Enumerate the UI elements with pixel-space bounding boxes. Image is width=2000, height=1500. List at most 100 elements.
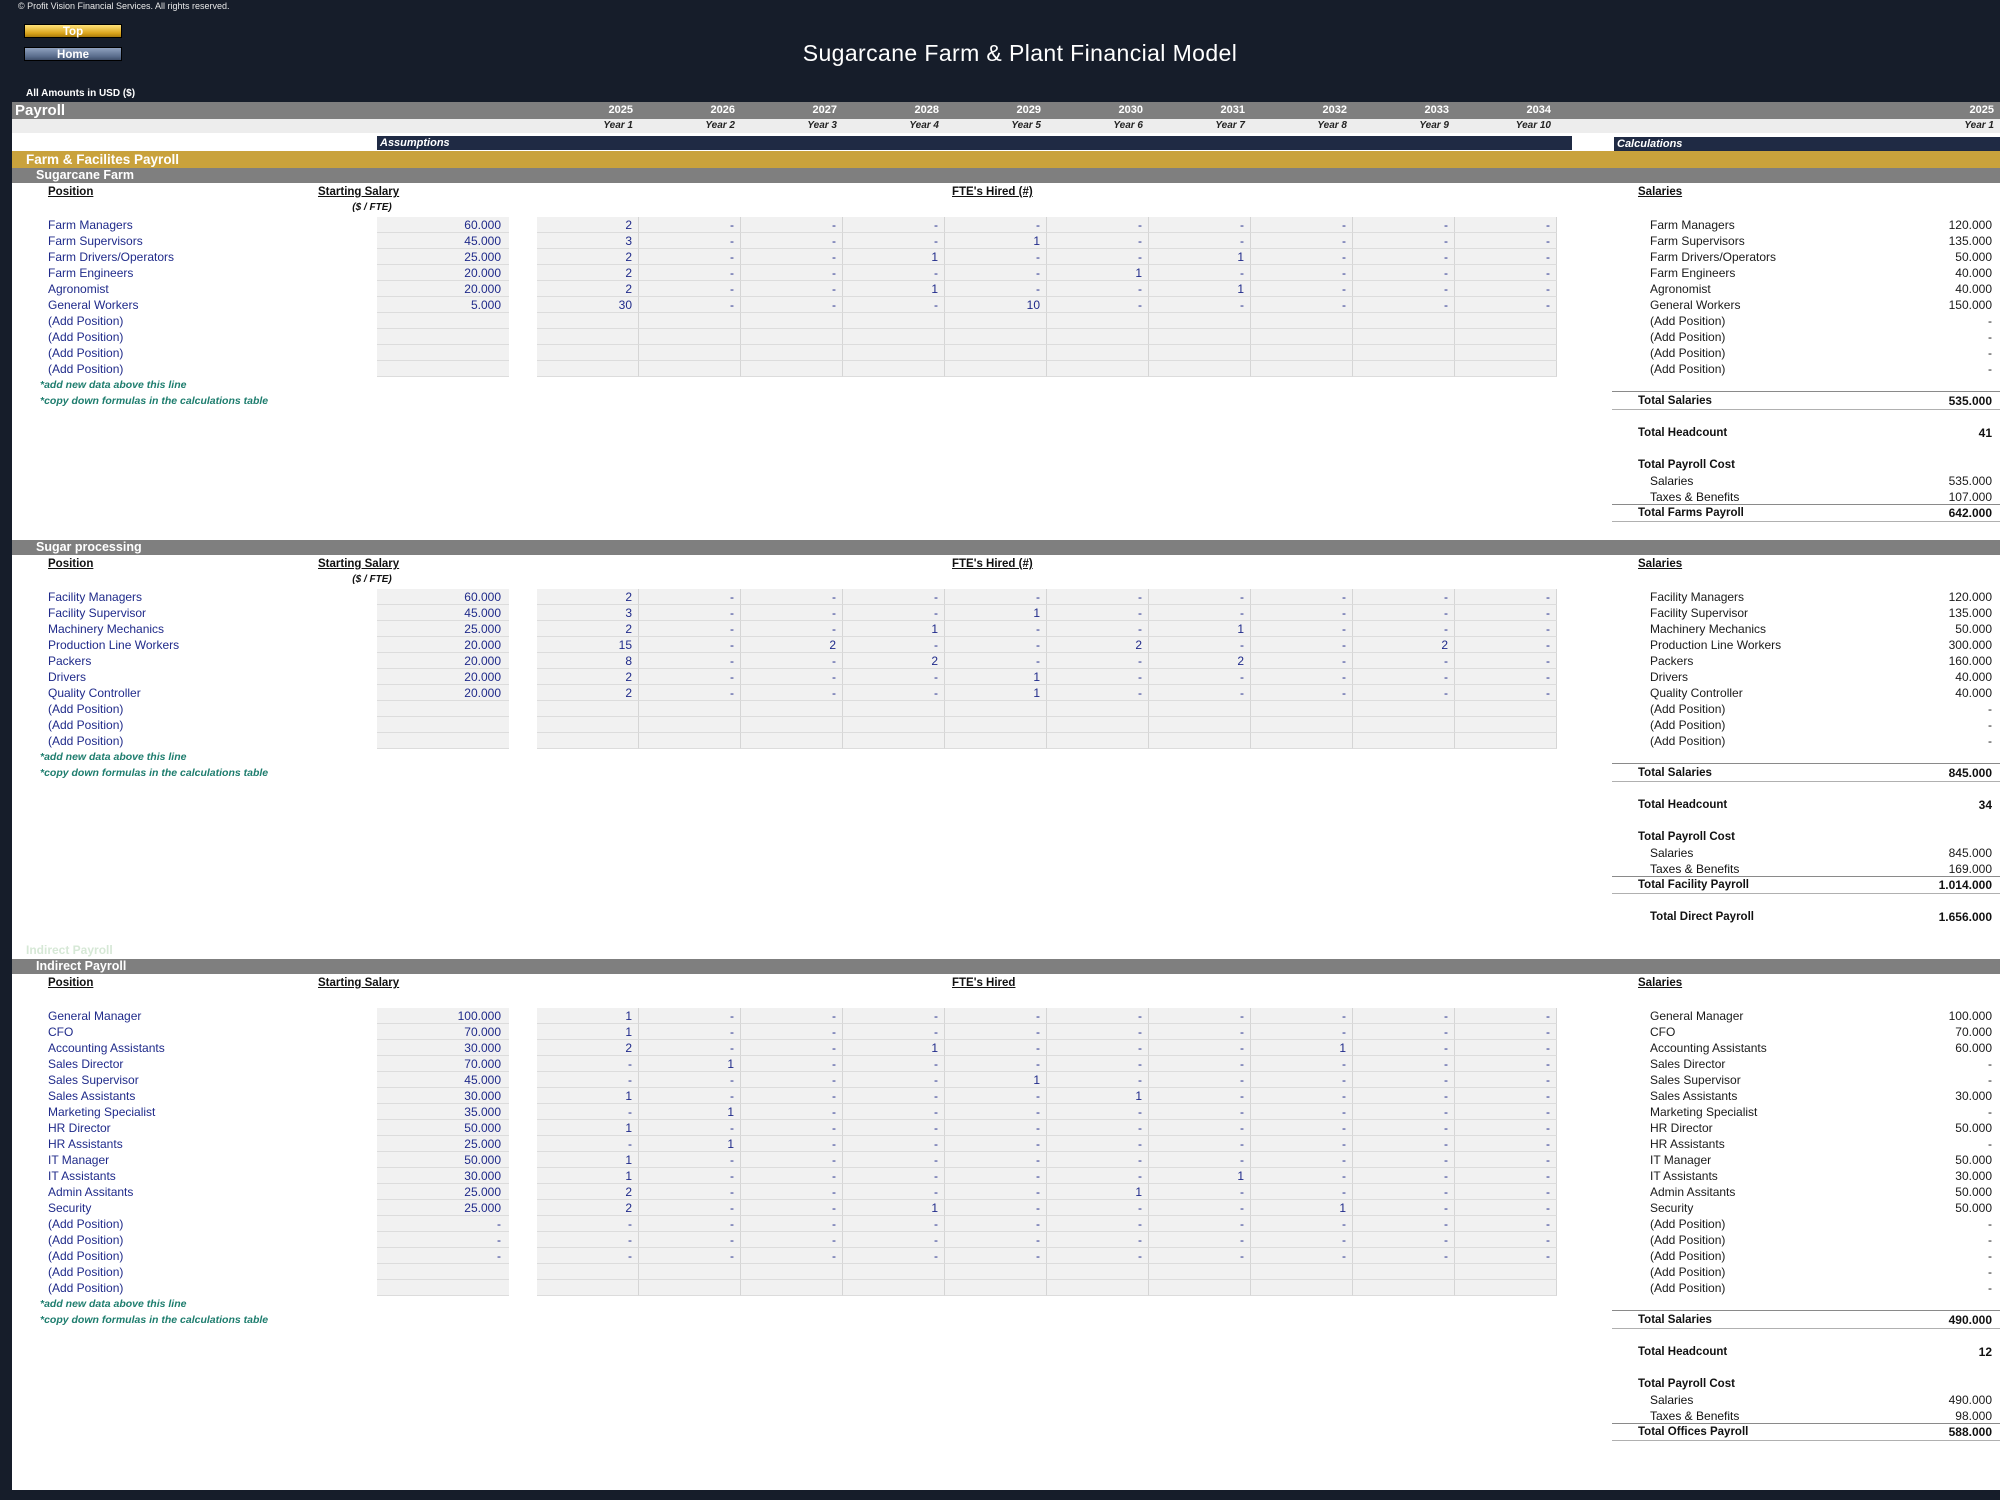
- starting-salary-cell[interactable]: 30.000: [377, 1168, 509, 1184]
- fte-cell[interactable]: -: [1047, 1120, 1149, 1136]
- fte-cell[interactable]: -: [741, 1088, 843, 1104]
- fte-cell[interactable]: -: [1149, 1232, 1251, 1248]
- fte-cell[interactable]: -: [945, 637, 1047, 653]
- fte-cell[interactable]: [1251, 361, 1353, 377]
- fte-cell[interactable]: [1149, 345, 1251, 361]
- fte-cell[interactable]: [1455, 1280, 1557, 1296]
- starting-salary-cell[interactable]: [377, 361, 509, 377]
- fte-cell[interactable]: 2: [537, 1184, 639, 1200]
- fte-cell[interactable]: -: [1251, 621, 1353, 637]
- fte-cell[interactable]: -: [741, 1056, 843, 1072]
- position-name[interactable]: General Manager: [48, 1008, 141, 1024]
- fte-cell[interactable]: -: [639, 1040, 741, 1056]
- fte-cell[interactable]: -: [1251, 1248, 1353, 1264]
- fte-cell[interactable]: -: [741, 1024, 843, 1040]
- fte-cell[interactable]: -: [1251, 669, 1353, 685]
- fte-cell[interactable]: -: [1047, 621, 1149, 637]
- fte-cell[interactable]: -: [945, 1152, 1047, 1168]
- fte-cell[interactable]: -: [843, 685, 945, 701]
- fte-cell[interactable]: -: [639, 233, 741, 249]
- position-name[interactable]: Sales Supervisor: [48, 1072, 139, 1088]
- position-name[interactable]: Facility Managers: [48, 589, 142, 605]
- fte-cell[interactable]: -: [741, 1072, 843, 1088]
- fte-cell[interactable]: -: [1353, 1120, 1455, 1136]
- starting-salary-cell[interactable]: 25.000: [377, 1200, 509, 1216]
- starting-salary-cell[interactable]: [377, 313, 509, 329]
- fte-cell[interactable]: 2: [843, 653, 945, 669]
- starting-salary-cell[interactable]: 25.000: [377, 621, 509, 637]
- position-name[interactable]: Security: [48, 1200, 91, 1216]
- fte-cell[interactable]: -: [1455, 1232, 1557, 1248]
- fte-cell[interactable]: -: [843, 637, 945, 653]
- fte-cell[interactable]: [1455, 361, 1557, 377]
- fte-cell[interactable]: -: [1047, 1200, 1149, 1216]
- position-name[interactable]: Admin Assitants: [48, 1184, 133, 1200]
- fte-cell[interactable]: -: [1455, 637, 1557, 653]
- fte-cell[interactable]: [639, 1280, 741, 1296]
- fte-cell[interactable]: [537, 345, 639, 361]
- fte-cell[interactable]: -: [1251, 605, 1353, 621]
- fte-cell[interactable]: -: [945, 1248, 1047, 1264]
- position-name[interactable]: Accounting Assistants: [48, 1040, 165, 1056]
- fte-cell[interactable]: -: [639, 1024, 741, 1040]
- fte-cell[interactable]: [741, 345, 843, 361]
- fte-cell[interactable]: [1047, 701, 1149, 717]
- fte-cell[interactable]: -: [1353, 249, 1455, 265]
- fte-cell[interactable]: -: [1047, 685, 1149, 701]
- fte-cell[interactable]: -: [945, 1088, 1047, 1104]
- starting-salary-cell[interactable]: 50.000: [377, 1120, 509, 1136]
- fte-cell[interactable]: [1353, 733, 1455, 749]
- fte-cell[interactable]: -: [1047, 1248, 1149, 1264]
- fte-cell[interactable]: -: [1149, 1184, 1251, 1200]
- fte-cell[interactable]: [639, 361, 741, 377]
- fte-cell[interactable]: -: [1353, 1200, 1455, 1216]
- position-name[interactable]: Agronomist: [48, 281, 109, 297]
- fte-cell[interactable]: [741, 733, 843, 749]
- fte-cell[interactable]: -: [639, 1200, 741, 1216]
- fte-cell[interactable]: -: [843, 669, 945, 685]
- fte-cell[interactable]: 1: [1047, 265, 1149, 281]
- position-name[interactable]: Farm Engineers: [48, 265, 133, 281]
- fte-cell[interactable]: [1455, 733, 1557, 749]
- fte-cell[interactable]: -: [639, 1088, 741, 1104]
- starting-salary-cell[interactable]: 20.000: [377, 669, 509, 685]
- fte-cell[interactable]: -: [843, 1072, 945, 1088]
- fte-cell[interactable]: [843, 345, 945, 361]
- fte-cell[interactable]: -: [1353, 621, 1455, 637]
- fte-cell[interactable]: -: [741, 1008, 843, 1024]
- fte-cell[interactable]: 1: [537, 1024, 639, 1040]
- fte-cell[interactable]: -: [1353, 1008, 1455, 1024]
- fte-cell[interactable]: -: [1455, 1056, 1557, 1072]
- fte-cell[interactable]: -: [639, 1120, 741, 1136]
- fte-cell[interactable]: -: [537, 1136, 639, 1152]
- starting-salary-cell[interactable]: [377, 345, 509, 361]
- starting-salary-cell[interactable]: 20.000: [377, 265, 509, 281]
- fte-cell[interactable]: [1149, 313, 1251, 329]
- fte-cell[interactable]: -: [1149, 1088, 1251, 1104]
- fte-cell[interactable]: -: [741, 1184, 843, 1200]
- fte-cell[interactable]: -: [1455, 297, 1557, 313]
- fte-cell[interactable]: -: [945, 1136, 1047, 1152]
- fte-cell[interactable]: -: [741, 669, 843, 685]
- fte-cell[interactable]: -: [945, 1104, 1047, 1120]
- fte-cell[interactable]: [1149, 733, 1251, 749]
- fte-cell[interactable]: 1: [537, 1120, 639, 1136]
- fte-cell[interactable]: [741, 313, 843, 329]
- fte-cell[interactable]: 30: [537, 297, 639, 313]
- starting-salary-cell[interactable]: 60.000: [377, 589, 509, 605]
- position-name[interactable]: (Add Position): [48, 1248, 123, 1264]
- fte-cell[interactable]: -: [1455, 1024, 1557, 1040]
- fte-cell[interactable]: -: [1455, 1072, 1557, 1088]
- fte-cell[interactable]: -: [843, 1136, 945, 1152]
- starting-salary-cell[interactable]: 50.000: [377, 1152, 509, 1168]
- fte-cell[interactable]: [639, 345, 741, 361]
- fte-cell[interactable]: -: [1149, 685, 1251, 701]
- fte-cell[interactable]: [843, 361, 945, 377]
- starting-salary-cell[interactable]: [377, 1280, 509, 1296]
- fte-cell[interactable]: -: [741, 1168, 843, 1184]
- fte-cell[interactable]: -: [1353, 1056, 1455, 1072]
- fte-cell[interactable]: -: [1455, 1008, 1557, 1024]
- fte-cell[interactable]: -: [639, 589, 741, 605]
- fte-cell[interactable]: -: [741, 1232, 843, 1248]
- fte-cell[interactable]: -: [1251, 1008, 1353, 1024]
